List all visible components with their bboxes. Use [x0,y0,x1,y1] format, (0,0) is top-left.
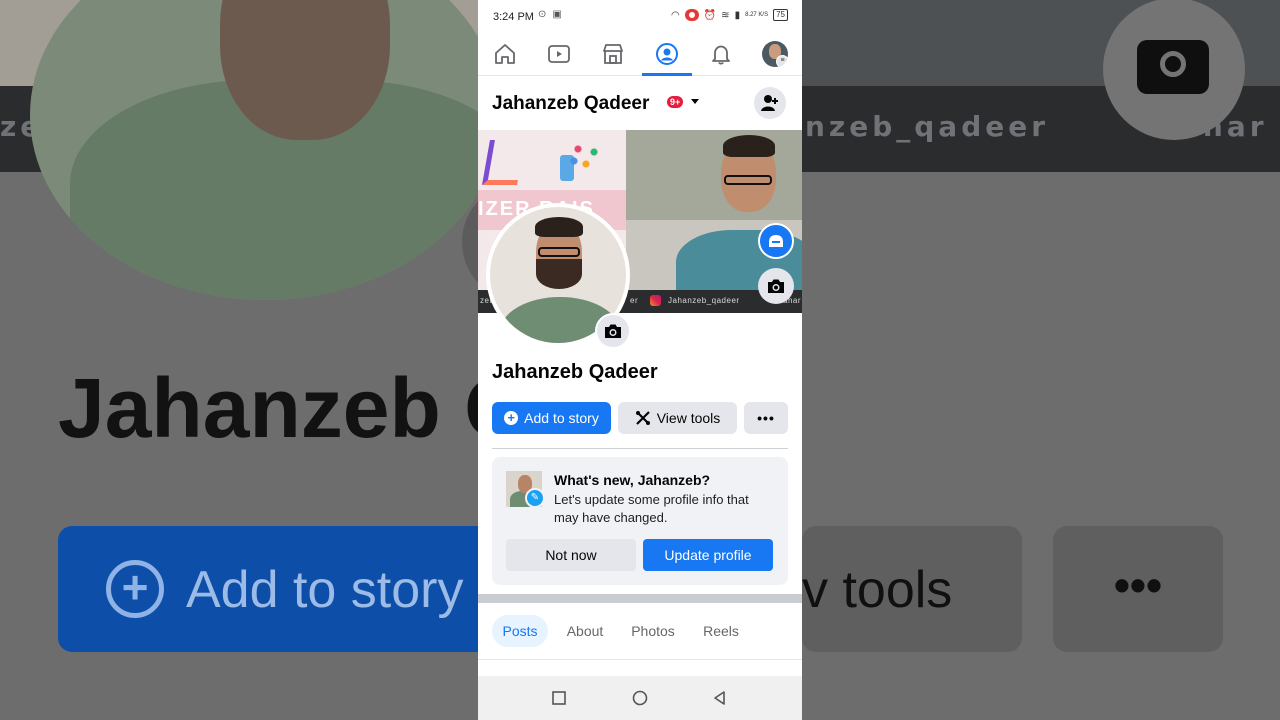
notification-badge: 9+ [667,96,684,108]
tools-icon [635,411,650,425]
camera-icon [605,324,621,338]
wifi-icon: ≋ [721,9,730,21]
instagram-icon [650,295,661,306]
nav-profile[interactable] [647,39,687,69]
not-now-button[interactable]: Not now [506,539,636,571]
headset-icon: ◠ [670,9,680,21]
create-story-fab[interactable] [758,223,794,259]
background-strip-text: nzeb_qadeer [805,110,1050,143]
edit-profile-picture-button[interactable] [595,313,631,349]
profile-update-card: ✎ What's new, Jahanzeb? Let's update som… [492,457,788,585]
add-to-story-label: Add to story [524,410,599,426]
status-time: 3:24 PM [493,11,534,23]
back-icon[interactable] [712,690,728,706]
home-icon [495,44,515,64]
marketplace-icon [603,44,623,64]
nav-active-indicator [642,73,692,76]
tab-reels[interactable]: Reels [696,615,746,647]
background-add-story-button: + Add to story [58,526,498,652]
nav-menu[interactable]: ≡ [755,39,795,69]
tab-posts[interactable]: Posts [492,615,548,647]
background-more-button: ••• [1053,526,1223,652]
network-speed: 8.27 K/S [745,12,769,18]
update-profile-button[interactable]: Update profile [643,539,773,571]
instagram-handle: Jahanzeb_qadeer [668,296,740,305]
video-icon [548,45,570,63]
background-name: Jahanzeb Q [58,361,530,455]
edit-cover-button[interactable] [758,268,794,304]
bell-icon [712,45,730,65]
view-tools-button[interactable]: View tools [618,402,737,434]
card-title: What's new, Jahanzeb? [554,472,711,488]
alarm-icon: ⏰ [703,9,717,21]
phone-screen: 3:24 PM ⊙▣ ◠ ⏰ ≋ ▮ 8.27 K/S 75 ≡ Jahanze… [478,0,802,720]
add-person-icon [761,95,778,111]
menu-avatar: ≡ [762,41,788,67]
pencil-icon: ✎ [525,488,545,508]
profile-icon [656,43,678,65]
tab-about[interactable]: About [558,615,612,647]
profile-header: Jahanzeb Qadeer 9+ [478,85,802,125]
camera-icon [768,279,784,293]
cover-right-photo [626,130,802,310]
status-notification-icons: ⊙▣ [538,9,568,20]
nav-video[interactable] [539,39,579,69]
view-tools-label: View tools [656,410,721,426]
background-camera-icon [1103,0,1245,140]
nav-home[interactable] [485,39,525,69]
system-navigation-bar [478,676,802,720]
chevron-down-icon[interactable] [691,99,699,104]
plus-circle-icon: + [504,411,519,425]
recents-icon[interactable] [551,690,567,706]
section-separator [478,594,802,603]
story-icon [769,235,783,247]
section-divider [492,448,788,449]
add-profile-button[interactable] [754,87,786,119]
battery-icon: 75 [773,9,788,21]
status-system-icons: ◠ ⏰ ≋ ▮ 8.27 K/S 75 [671,9,788,21]
record-icon [684,9,699,21]
card-description: Let's update some profile info that may … [554,492,749,525]
signal-icon: ▮ [734,9,741,21]
profile-name: Jahanzeb Qadeer [492,361,658,383]
background-plus-icon: + [106,560,164,618]
tab-photos[interactable]: Photos [624,615,682,647]
background-view-tools-button: v tools [802,526,1022,652]
profile-tabs: Posts About Photos Reels [478,603,802,660]
home-button-icon[interactable] [632,690,648,706]
status-bar: 3:24 PM ⊙▣ ◠ ⏰ ≋ ▮ 8.27 K/S 75 [478,0,802,32]
header-profile-name[interactable]: Jahanzeb Qadeer [492,93,649,115]
background-avatar [30,0,500,300]
nav-notifications[interactable] [701,39,741,69]
add-to-story-button[interactable]: + Add to story [492,402,611,434]
profile-actions: + Add to story View tools ••• [492,402,788,434]
more-options-button[interactable]: ••• [744,402,788,434]
nav-marketplace[interactable] [593,39,633,69]
top-navigation: ≡ [478,33,802,76]
menu-icon: ≡ [776,55,788,67]
